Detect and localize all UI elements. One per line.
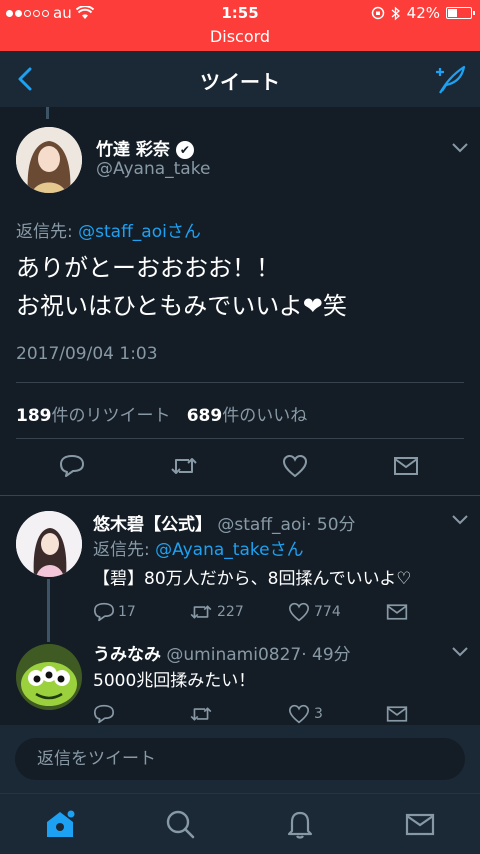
retweet-icon[interactable] [189, 705, 213, 723]
avatar[interactable] [16, 127, 82, 193]
compose-tweet-icon[interactable] [432, 63, 468, 95]
retweet-icon[interactable] [170, 455, 198, 477]
retweet-icon[interactable] [189, 603, 213, 621]
reply-to-line: 返信先: @staff_aoiさん [16, 222, 201, 242]
orientation-lock-icon [371, 6, 384, 20]
divider [16, 438, 464, 439]
reply-icon[interactable] [93, 704, 115, 724]
reply-to-line: 返信先: @Ayana_takeさん [93, 540, 304, 560]
status-bar: au 1:55 42% [0, 0, 480, 26]
reply-to-link[interactable]: @staff_aoiさん [78, 222, 201, 242]
thread-connector [46, 107, 49, 119]
messages-icon[interactable] [404, 808, 436, 840]
reply-composer: 返信をツイート [0, 725, 480, 793]
bluetooth-icon [391, 6, 400, 20]
tweet-stats: 189件のリツイート 689件のいいね [16, 406, 308, 426]
search-icon[interactable] [164, 808, 196, 840]
avatar[interactable] [16, 644, 82, 710]
reply-count: 17 [118, 604, 136, 620]
like-icon[interactable] [282, 454, 308, 478]
like-count: 774 [314, 604, 341, 620]
nav-bar: ツイート [0, 51, 480, 107]
reply-to-link[interactable]: @Ayana_takeさん [155, 540, 303, 560]
tweet-text: ありがとーおおおお！！ お祝いはひともみでいいよ❤笑 [16, 254, 347, 320]
reply-text: 5000兆回揉みたい！ [93, 671, 256, 691]
thread-connector [47, 579, 50, 642]
retweet-count[interactable]: 189 [16, 406, 52, 426]
reply-header: うみなみ @uminami0827· 49分 [93, 640, 351, 665]
reply-time: · 49分 [301, 645, 351, 665]
like-icon[interactable] [288, 602, 310, 622]
reply-input[interactable]: 返信をツイート [15, 738, 465, 780]
notifications-icon[interactable] [284, 808, 316, 840]
reply-time: · 50分 [306, 515, 356, 535]
reply-icon[interactable] [93, 602, 115, 622]
page-title: ツイート [200, 70, 280, 94]
divider [16, 382, 464, 383]
avatar[interactable] [16, 511, 82, 577]
author-name[interactable]: 竹達 彩奈 ✔ [96, 135, 194, 160]
retweet-count: 227 [217, 604, 244, 620]
tweet-detail: 竹達 彩奈 ✔ @Ayana_take 返信先: @staff_aoiさん ありが… [0, 107, 480, 725]
return-to-app-banner[interactable]: Discord [0, 26, 480, 51]
message-icon[interactable] [393, 456, 419, 476]
tab-bar [0, 793, 480, 854]
like-count[interactable]: 689 [187, 406, 223, 426]
verified-icon: ✔ [175, 141, 194, 159]
chevron-down-icon[interactable] [452, 143, 468, 153]
chevron-down-icon[interactable] [452, 647, 468, 657]
tweet-timestamp: 2017/09/04 1:03 [16, 344, 158, 364]
reply-author-handle[interactable]: @uminami0827 [166, 645, 301, 665]
author-handle[interactable]: @Ayana_take [96, 159, 210, 179]
reply-text: 【碧】80万人だから、8回揉んでいいよ♡ [93, 569, 412, 589]
reply-icon[interactable] [59, 454, 85, 478]
battery-percent: 42% [406, 4, 440, 22]
like-count: 3 [314, 706, 323, 722]
status-right: 42% [371, 4, 475, 22]
reply-author-name[interactable]: 悠木碧【公式】 [93, 515, 212, 535]
message-icon[interactable] [386, 705, 408, 723]
home-icon[interactable] [44, 808, 76, 840]
reply-author-handle[interactable]: @staff_aoi [217, 515, 306, 535]
divider [0, 495, 480, 496]
chevron-down-icon[interactable] [452, 515, 468, 525]
battery-icon [446, 7, 475, 19]
reply-author-name[interactable]: うみなみ [93, 645, 161, 665]
like-icon[interactable] [288, 704, 310, 724]
message-icon[interactable] [386, 603, 408, 621]
reply-header: 悠木碧【公式】 @staff_aoi· 50分 [93, 510, 356, 535]
